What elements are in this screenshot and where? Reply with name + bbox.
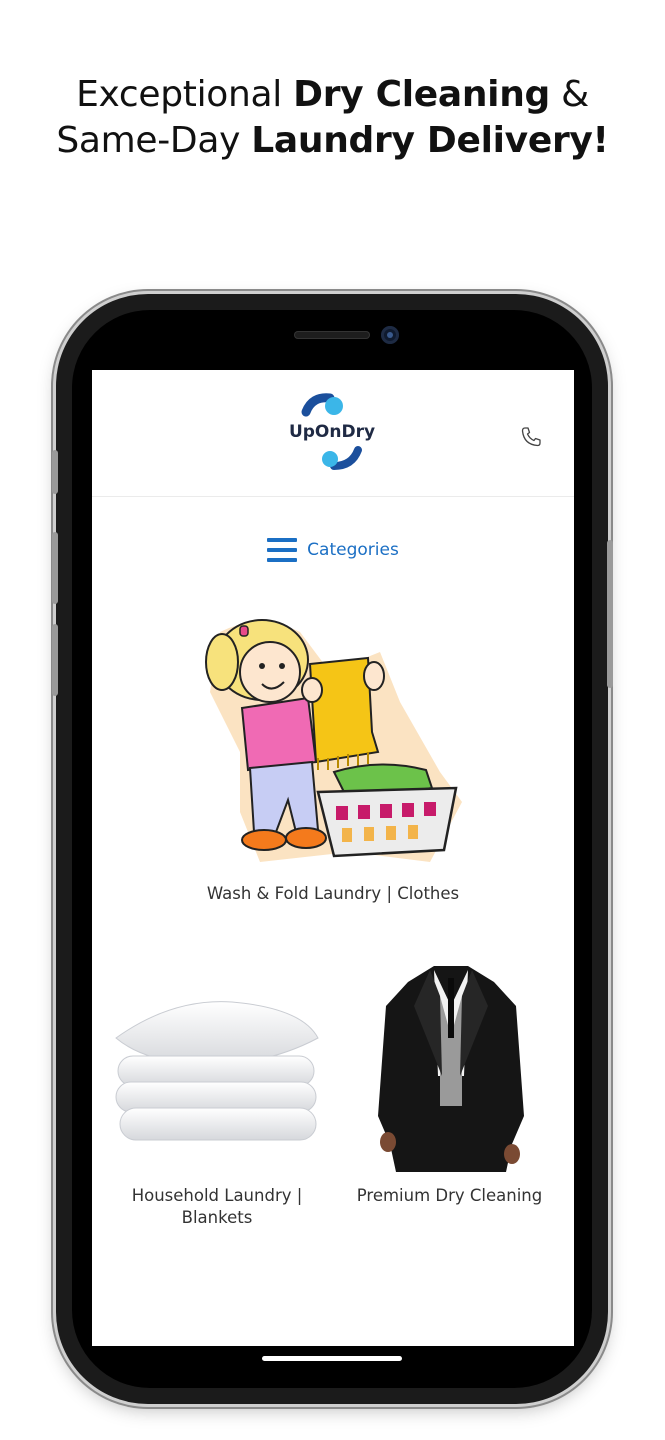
card-title-household: Household Laundry | Blankets <box>131 1186 303 1227</box>
headline-text: Exceptional <box>76 74 294 115</box>
front-camera <box>381 326 399 344</box>
earpiece-speaker <box>294 331 370 339</box>
app-header: UpOnDry <box>92 370 574 497</box>
pillow-and-blanket-photo <box>115 1001 319 1141</box>
headline-bold-text: Laundry Delivery! <box>251 120 609 161</box>
card-title-premium-dry-cleaning: Premium Dry Cleaning <box>356 1186 543 1205</box>
promo-headline: Exceptional Dry Cleaning & Same-Day Laun… <box>0 72 665 164</box>
categories-label: Categories <box>307 540 399 560</box>
suit-photo <box>378 966 524 1172</box>
phone-icon[interactable] <box>519 425 543 449</box>
uponfry-logo[interactable]: UpOnDry <box>282 392 382 472</box>
app-screen: UpOnDry Categories Wash & Fold Laundry |… <box>92 370 574 1346</box>
headline-text: & <box>550 74 589 115</box>
volume-down-button <box>52 624 58 696</box>
power-button <box>607 540 613 688</box>
logo-text: UpOnDry <box>288 422 376 442</box>
headline-bold-text: Dry Cleaning <box>293 74 551 115</box>
mute-switch <box>52 450 58 494</box>
phone-notch <box>198 318 468 364</box>
hamburger-menu-icon <box>267 538 298 562</box>
volume-up-button <box>52 532 58 604</box>
home-indicator[interactable] <box>262 1356 402 1361</box>
headline-line-1: Exceptional Dry Cleaning & <box>0 72 665 118</box>
card-title-wash-fold: Wash & Fold Laundry | Clothes <box>206 884 460 903</box>
headline-line-2: Same-Day Laundry Delivery! <box>0 118 665 164</box>
headline-text: Same-Day <box>56 120 252 161</box>
girl-folding-laundry-illustration <box>205 619 462 862</box>
categories-menu-button[interactable]: Categories <box>92 534 574 566</box>
